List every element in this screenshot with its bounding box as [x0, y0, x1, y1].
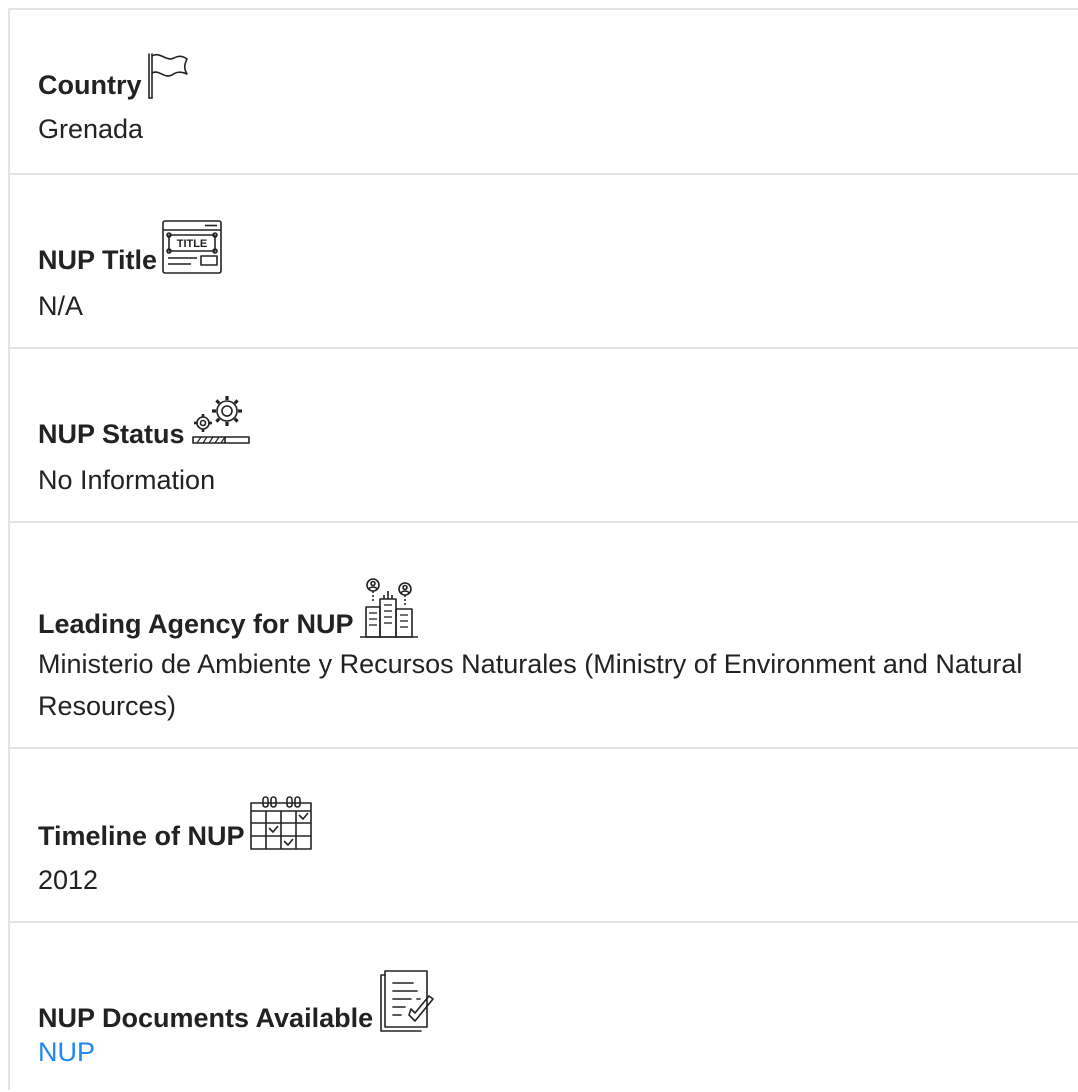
document-check-icon [377, 969, 439, 1033]
field-label-text: Country [38, 70, 142, 100]
calendar-check-icon [249, 795, 313, 851]
field-label-text: NUP Status [38, 419, 185, 449]
field-label-text: Leading Agency for NUP [38, 609, 354, 639]
field-value: Grenada [38, 114, 144, 144]
field-country: Country Grenada [10, 10, 1078, 175]
field-value: N/A [38, 291, 84, 321]
field-label: NUP Status [38, 393, 251, 449]
field-label-text: NUP Documents Available [38, 1003, 374, 1033]
svg-text:TITLE: TITLE [177, 238, 208, 250]
field-nup-status: NUP Status No Information [10, 347, 1078, 523]
field-timeline: Timeline of NUP 2012 [10, 747, 1078, 923]
gears-progress-icon [189, 393, 251, 449]
nup-info-panel: Country Grenada NUP Title TITLE N/A NUP … [8, 8, 1078, 1090]
field-documents: NUP Documents Available NUP [10, 921, 1078, 1092]
title-window-icon: TITLE [161, 219, 223, 275]
field-label: Leading Agency for NUP [38, 577, 420, 639]
field-label: Timeline of NUP [38, 795, 313, 851]
flag-icon [146, 52, 190, 100]
agency-buildings-icon [358, 577, 420, 639]
field-nup-title: NUP Title TITLE N/A [10, 173, 1078, 349]
field-value: No Information [38, 465, 216, 495]
field-value: Ministerio de Ambiente y Recursos Natura… [38, 649, 1023, 721]
field-label: NUP Title TITLE [38, 219, 223, 275]
field-label: Country [38, 52, 190, 100]
field-leading-agency: Leading Agency for NUP Ministerio de Amb… [10, 521, 1078, 749]
nup-document-link[interactable]: NUP [38, 1031, 1046, 1073]
field-label: NUP Documents Available [38, 969, 439, 1033]
field-label-text: Timeline of NUP [38, 821, 245, 851]
field-label-text: NUP Title [38, 245, 158, 275]
field-value: 2012 [38, 865, 99, 895]
